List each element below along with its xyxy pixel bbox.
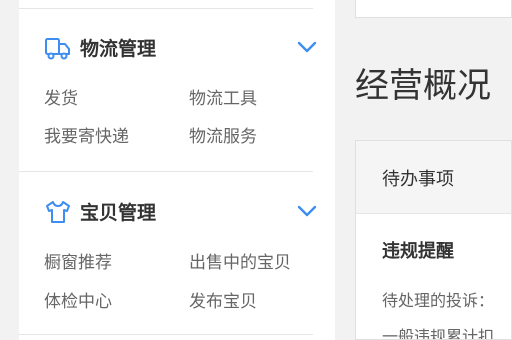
chevron-down-icon[interactable] (296, 204, 318, 218)
divider (19, 8, 313, 9)
pending-complaints-link[interactable]: 待处理的投诉： (382, 287, 494, 311)
todo-card: 待办事项 违规提醒 待处理的投诉： 一般违规累计扣 (355, 140, 512, 340)
ship-link[interactable]: 发货 (44, 84, 78, 109)
items-on-sale-link[interactable]: 出售中的宝贝 (189, 248, 291, 273)
logistics-section-title[interactable]: 物流管理 (44, 34, 156, 61)
publish-item-link[interactable]: 发布宝贝 (189, 287, 257, 312)
goods-section-title[interactable]: 宝贝管理 (44, 198, 156, 225)
page-title: 经营概况 (355, 66, 491, 106)
logistics-service-link[interactable]: 物流服务 (189, 122, 257, 147)
showcase-recommend-link[interactable]: 橱窗推荐 (44, 248, 112, 273)
health-check-link[interactable]: 体检中心 (44, 287, 112, 312)
logistics-tools-link[interactable]: 物流工具 (189, 84, 257, 109)
tshirt-icon (44, 199, 72, 225)
truck-icon (44, 35, 72, 61)
violation-points-link[interactable]: 一般违规累计扣 (382, 323, 494, 339)
chevron-down-icon[interactable] (296, 40, 318, 54)
sidebar: 物流管理 发货 物流工具 我要寄快递 物流服务 宝贝管理 橱窗推荐 出售中的宝贝… (19, 0, 335, 340)
divider (19, 334, 313, 335)
send-express-link[interactable]: 我要寄快递 (44, 122, 129, 147)
card-header-label: 待办事项 (382, 169, 454, 190)
divider (19, 171, 313, 172)
top-panel (355, 0, 512, 18)
goods-title-label: 宝贝管理 (80, 202, 157, 224)
violation-reminder-title: 违规提醒 (382, 241, 454, 262)
card-header: 待办事项 (356, 141, 511, 214)
logistics-title-label: 物流管理 (80, 38, 157, 60)
